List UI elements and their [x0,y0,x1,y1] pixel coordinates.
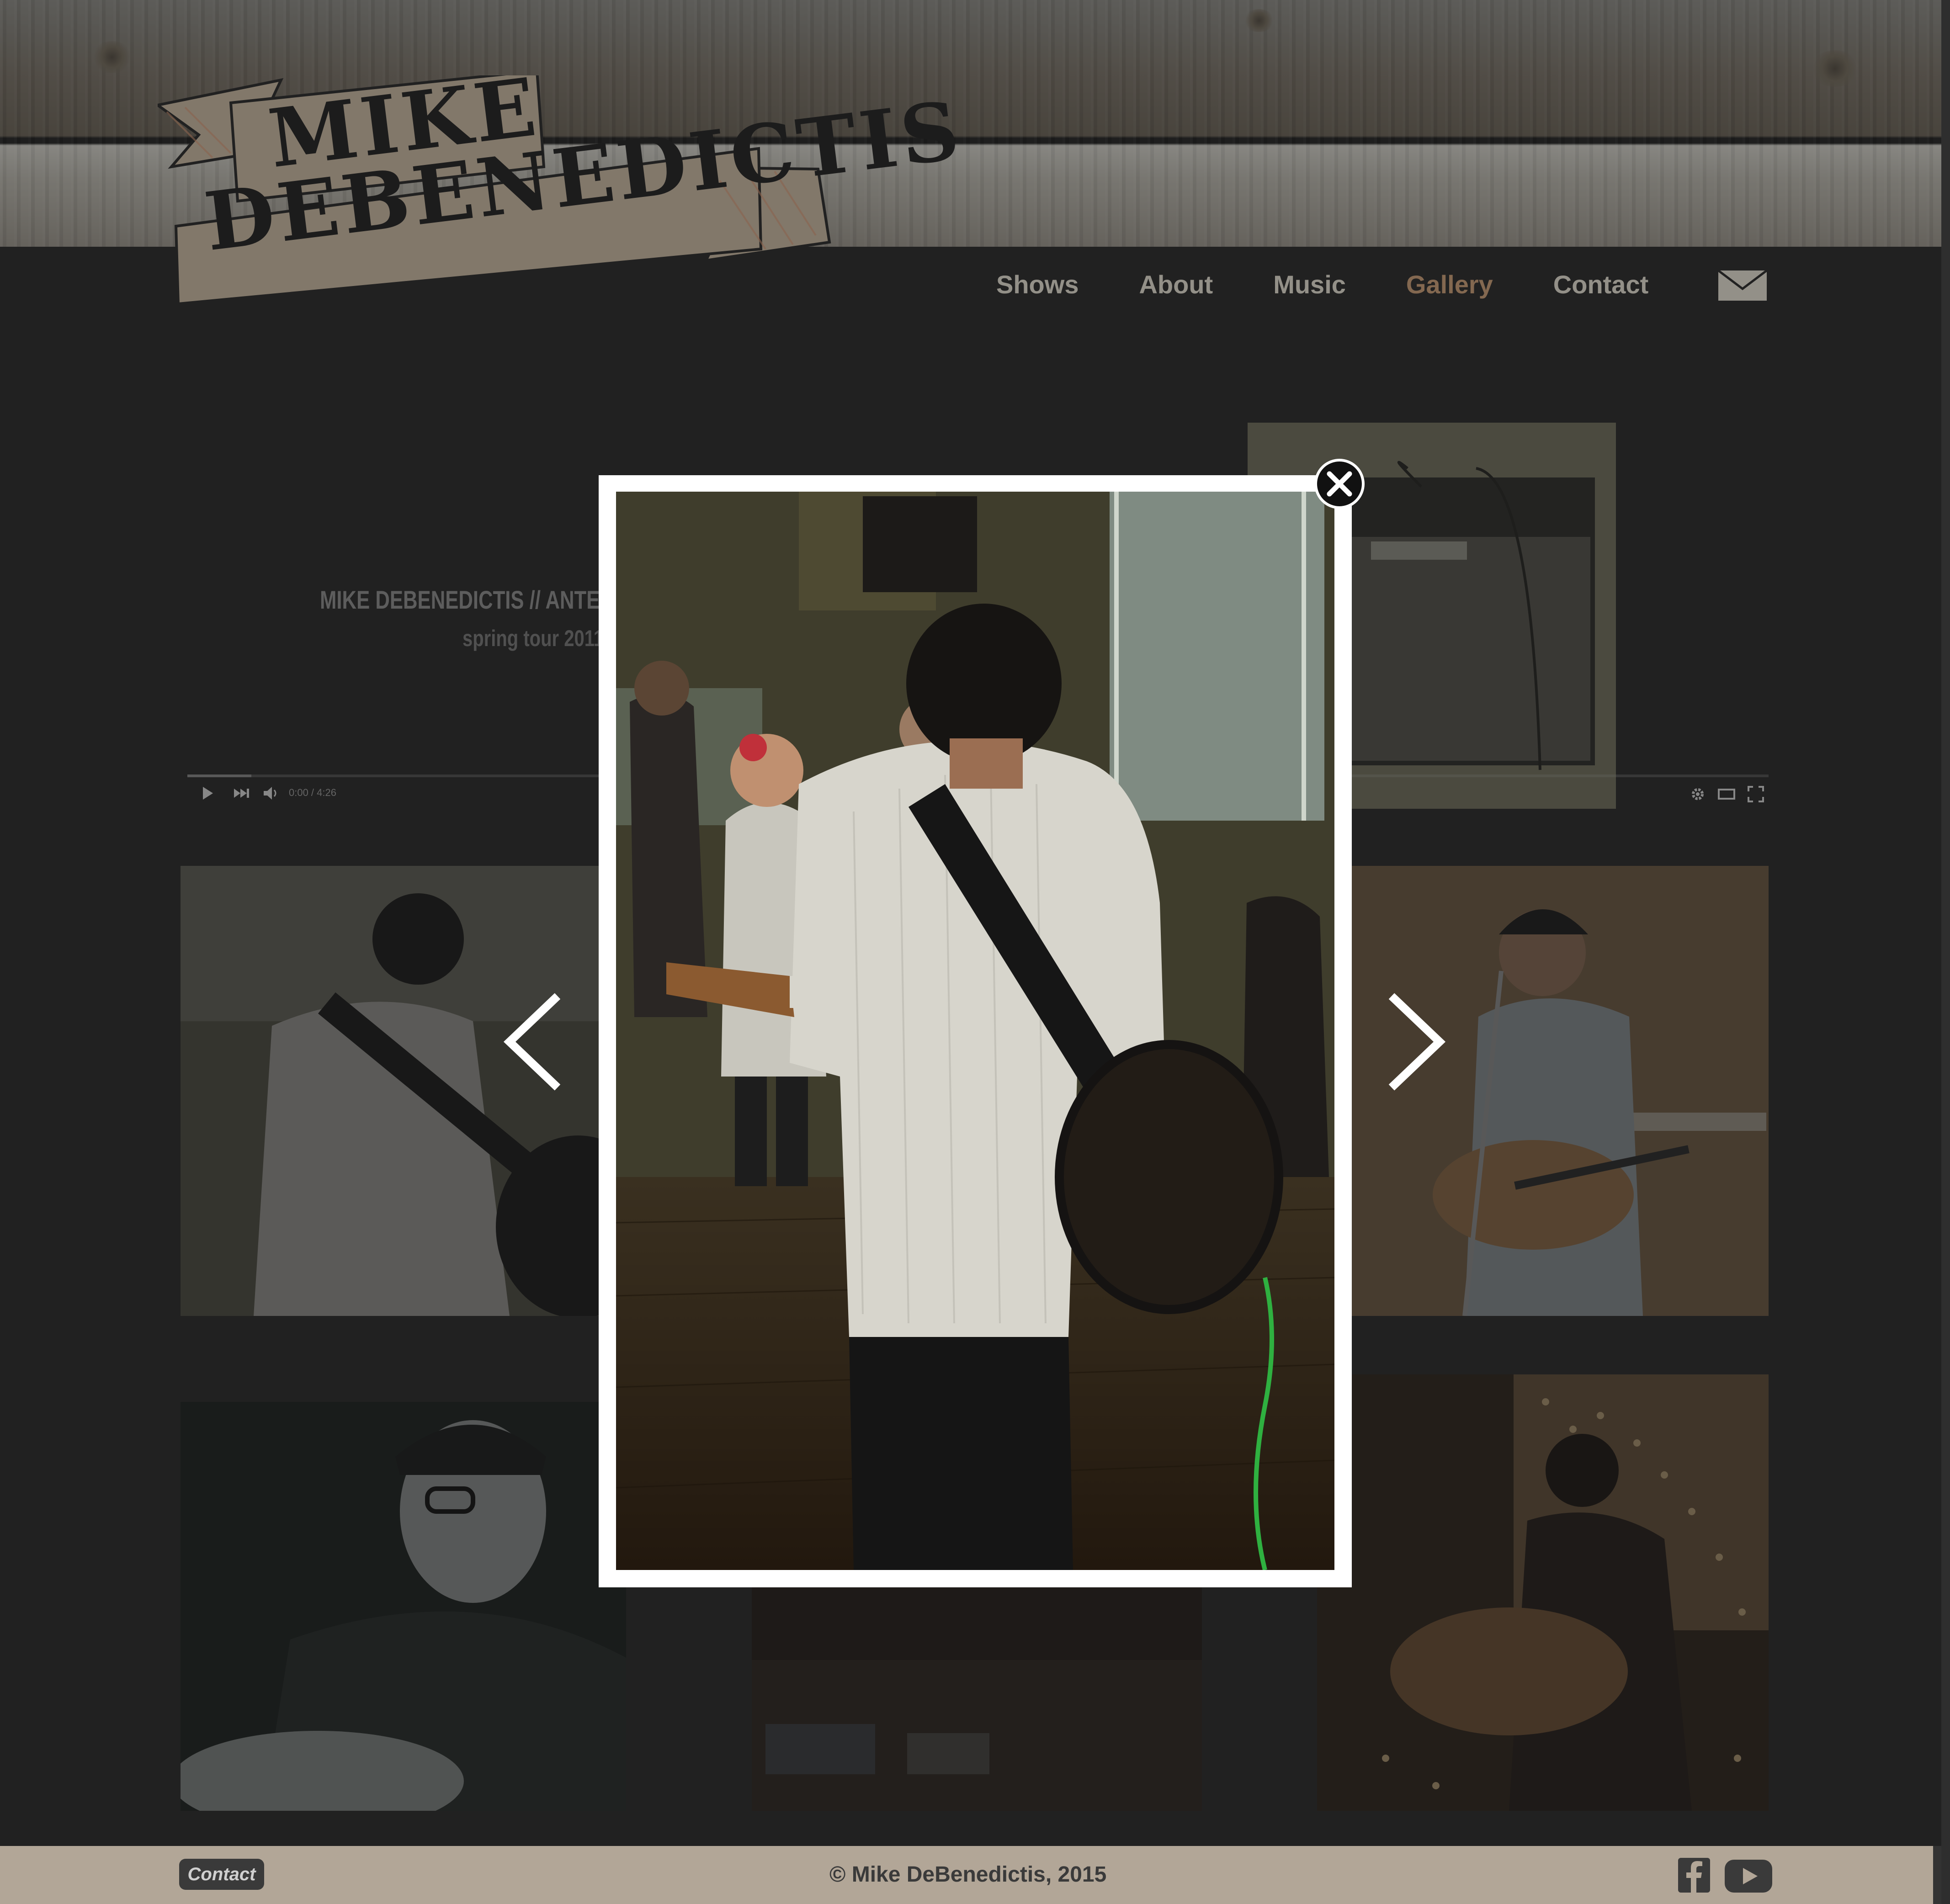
chevron-right-icon[interactable] [1382,992,1451,1092]
scrollbar[interactable] [1941,0,1950,1904]
close-icon [1327,471,1352,497]
footer-contact-button[interactable]: Contact [179,1859,264,1890]
lightbox-close-button[interactable] [1314,459,1365,509]
lightbox-photo [616,492,1334,1570]
facebook-icon[interactable] [1678,1858,1710,1893]
lightbox-frame [599,475,1352,1587]
youtube-icon[interactable] [1725,1860,1772,1893]
footer-copyright: © Mike DeBenedictis, 2015 [829,1862,1107,1887]
chevron-left-icon[interactable] [498,992,567,1092]
